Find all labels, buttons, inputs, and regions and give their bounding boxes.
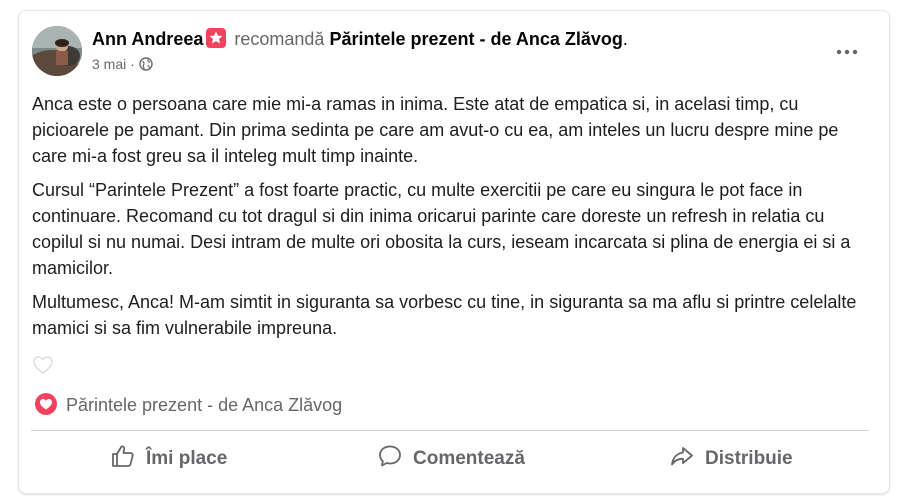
heart-outline-icon[interactable]	[32, 354, 54, 376]
recommended-page-row[interactable]: Părintele prezent - de Anca Zlăvog	[34, 392, 342, 418]
author-name[interactable]: Ann Andreea	[92, 29, 203, 49]
share-arrow-icon	[669, 443, 705, 475]
recommended-page-name: Părintele prezent - de Anca Zlăvog	[66, 395, 343, 415]
recommend-icon	[206, 28, 227, 48]
more-options-icon[interactable]	[827, 41, 867, 63]
post-header: Ann Andreea recomandă Părintele prezent -…	[92, 28, 628, 50]
post-paragraph-2: Cursul “Parintele Prezent” a fost foarte…	[32, 180, 851, 278]
post-meta: 3 mai ·	[92, 55, 153, 73]
header-period: .	[622, 29, 628, 49]
post-paragraph-1: Anca este o persoana care mie mi-a ramas…	[32, 94, 839, 166]
recommend-heart-icon	[34, 393, 66, 415]
post-card: Ann Andreea recomandă Părintele prezent -…	[18, 10, 890, 494]
post-date[interactable]: 3 mai	[92, 56, 126, 72]
share-label: Distribuie	[705, 448, 793, 469]
recommended-page-link[interactable]: Părintele prezent - de Anca Zlăvog	[329, 29, 622, 49]
comment-button[interactable]: Comentează	[377, 443, 525, 475]
divider	[31, 430, 869, 431]
meta-separator: ·	[130, 56, 135, 72]
comment-label: Comentează	[413, 448, 525, 469]
thumbs-up-icon	[110, 443, 146, 475]
share-button[interactable]: Distribuie	[669, 443, 793, 475]
avatar[interactable]	[32, 26, 82, 76]
like-label: Îmi place	[146, 448, 228, 469]
like-button[interactable]: Îmi place	[110, 443, 227, 475]
post-paragraph-3: Multumesc, Anca! M-am simtit in sigurant…	[32, 292, 857, 338]
globe-icon	[138, 56, 153, 72]
comment-icon	[377, 443, 413, 475]
recommend-verb: recomandă	[234, 29, 325, 49]
post-body: Anca este o persoana care mie mi-a ramas…	[32, 91, 867, 349]
